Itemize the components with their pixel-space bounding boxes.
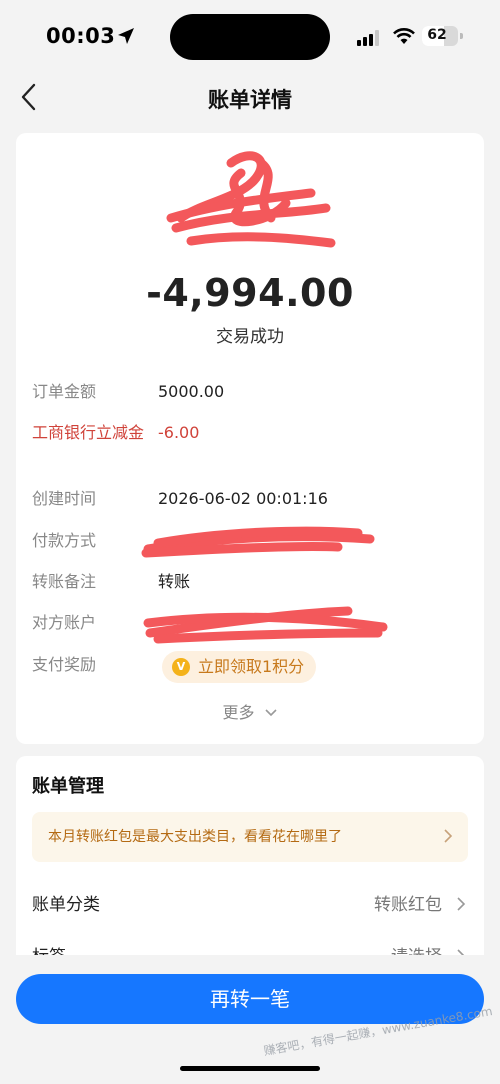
bill-category-value: 转账红包 [374, 895, 442, 915]
chevron-right-icon [444, 829, 453, 843]
detail-value: 5000.00 [158, 382, 225, 401]
detail-row-order-amount: 订单金额 5000.00 [32, 378, 468, 406]
claim-points-button[interactable]: V 立即领取1积分 [162, 651, 317, 683]
status-bar: 00:03 62 [0, 0, 500, 70]
cellular-signal-icon [357, 30, 379, 46]
bill-category-row[interactable]: 账单分类 转账红包 [32, 890, 468, 918]
detail-row-created-time: 创建时间 2026-06-02 00:01:16 [32, 485, 468, 513]
status-time: 00:03 [46, 24, 116, 48]
redaction-scribble [141, 526, 375, 558]
show-more-button[interactable]: 更多 [16, 699, 484, 723]
location-arrow-icon [118, 28, 134, 44]
detail-row-bank-discount: 工商银行立减金 -6.00 [32, 419, 468, 475]
detail-label: 转账备注 [32, 572, 97, 591]
transaction-amount: -4,994.00 [146, 271, 354, 315]
chevron-right-icon [457, 897, 466, 911]
chevron-down-icon [264, 709, 277, 717]
dynamic-island [170, 14, 330, 60]
detail-label: 创建时间 [32, 489, 97, 508]
detail-label: 工商银行立减金 [32, 423, 145, 442]
detail-row-payment-reward: 支付奖励 V 立即领取1积分 [32, 651, 468, 683]
section-title: 账单管理 [32, 776, 104, 797]
detail-label: 付款方式 [32, 531, 97, 550]
transaction-status: 交易成功 [216, 327, 284, 347]
show-more-label: 更多 [222, 703, 255, 722]
battery-indicator: 62 [422, 26, 463, 46]
detail-label: 支付奖励 [32, 655, 97, 674]
detail-value: -6.00 [158, 423, 200, 442]
nav-bar: 账单详情 [0, 72, 500, 122]
detail-row-transfer-note: 转账备注 转账 [32, 568, 468, 596]
detail-value: 2026-06-02 00:01:16 [158, 489, 328, 508]
detail-value: 转账 [158, 572, 191, 591]
coin-icon: V [172, 658, 190, 676]
claim-points-label: 立即领取1积分 [198, 657, 305, 676]
redaction-scribble [143, 606, 388, 644]
spending-tip-banner[interactable]: 本月转账红包是最大支出类目，看看花在哪里了 [32, 812, 468, 862]
detail-label: 对方账户 [32, 613, 97, 632]
detail-label: 订单金额 [32, 382, 97, 401]
battery-level: 62 [427, 27, 447, 43]
page-title: 账单详情 [208, 88, 292, 112]
redaction-scribble [166, 151, 336, 248]
home-indicator [180, 1066, 320, 1071]
bill-category-label: 账单分类 [32, 895, 100, 915]
spending-tip-text: 本月转账红包是最大支出类目，看看花在哪里了 [48, 829, 342, 845]
transaction-card: -4,994.00 交易成功 订单金额 5000.00 工商银行立减金 -6.0… [16, 133, 484, 744]
wifi-icon [393, 28, 415, 44]
